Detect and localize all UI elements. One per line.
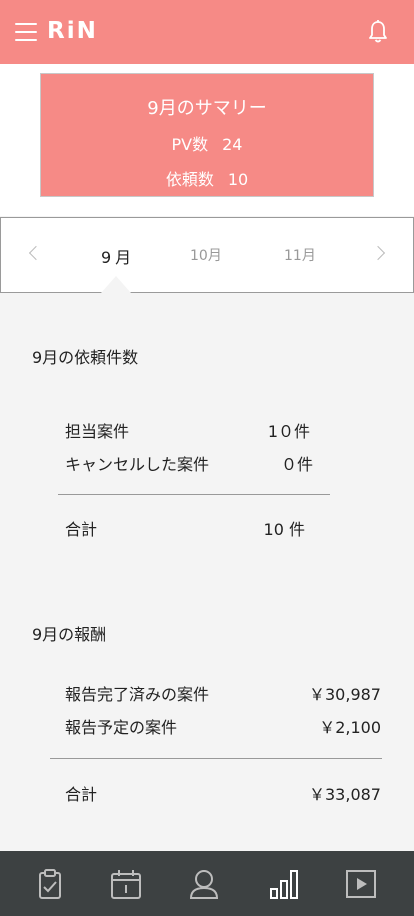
requests-row-value: 1０件 — [267, 422, 310, 441]
tab-current-month[interactable]: 9月 — [101, 244, 135, 268]
month-pointer — [101, 276, 131, 293]
requests-row: 依頼数 10 — [41, 166, 373, 190]
summary-card: 9月のサマリー PV数 24 依頼数 10 — [40, 73, 374, 197]
next-month-chevron-icon[interactable] — [370, 245, 386, 261]
requests-row-label: 担当案件 — [65, 422, 130, 441]
reward-row-value: ￥30,987 — [309, 685, 381, 704]
requests-total-label: 合計 — [65, 520, 98, 539]
reward-row-value: ￥2,100 — [319, 718, 381, 737]
requests-row-value: ０件 — [280, 455, 313, 474]
tab-month-after-next[interactable]: 11月 — [284, 245, 316, 265]
requests-value: 10 — [227, 170, 249, 189]
requests-row-label: キャンセルした案件 — [65, 455, 210, 474]
bottom-nav — [0, 851, 414, 916]
app-header: RiN — [0, 0, 414, 64]
reward-row-label: 報告予定の案件 — [65, 718, 178, 737]
pv-value: 24 — [222, 135, 243, 154]
hamburger-menu-icon[interactable] — [15, 23, 37, 41]
play-icon[interactable] — [345, 868, 377, 900]
clipboard-icon[interactable] — [34, 868, 66, 900]
requests-total-value: 10 件 — [263, 520, 305, 539]
requests-section-title: 9月の依頼件数 — [32, 348, 139, 367]
person-icon[interactable] — [188, 868, 220, 900]
bar-chart-icon[interactable] — [268, 868, 300, 900]
prev-month-chevron-icon[interactable] — [28, 245, 44, 261]
month-selector: 9月 10月 11月 — [0, 217, 414, 293]
pv-row: PV数 24 — [41, 131, 373, 155]
tab-next-month[interactable]: 10月 — [190, 245, 222, 265]
pv-label: PV数 — [171, 135, 209, 154]
reward-divider — [50, 758, 382, 759]
calendar-icon[interactable] — [110, 868, 142, 900]
summary-title: 9月のサマリー — [147, 98, 267, 119]
bell-icon[interactable] — [368, 20, 388, 44]
reward-row-label: 報告完了済みの案件 — [65, 685, 210, 704]
requests-label: 依頼数 — [165, 170, 214, 189]
app-logo[interactable]: RiN — [47, 18, 98, 44]
reward-total-value: ￥33,087 — [309, 785, 381, 804]
reward-section-title: 9月の報酬 — [32, 625, 107, 644]
reward-total-label: 合計 — [65, 785, 98, 804]
requests-divider — [58, 494, 330, 495]
